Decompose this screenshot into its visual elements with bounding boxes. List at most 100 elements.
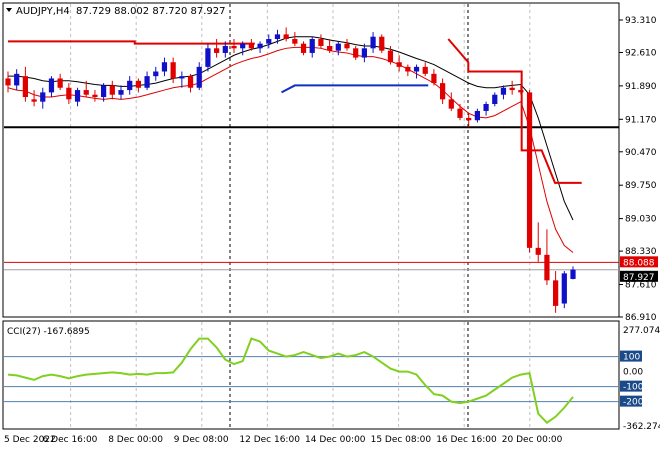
candle-body xyxy=(196,66,202,88)
cci-axis-label: -100 xyxy=(623,383,644,393)
candle-body xyxy=(83,90,89,95)
candle-body xyxy=(118,90,124,95)
price-label: 92.610 xyxy=(625,48,657,58)
cci-axis-label: 100 xyxy=(623,353,640,363)
price-label: 93.310 xyxy=(625,16,657,26)
chart-header: AUDJPY,H4 87.729 88.002 87.720 87.927 xyxy=(6,6,226,17)
candle-body xyxy=(318,39,324,46)
candle-body xyxy=(31,99,37,102)
candle-body xyxy=(526,92,533,248)
candle-body xyxy=(370,36,376,49)
candle-body xyxy=(535,247,541,255)
time-label: 12 Dec 16:00 xyxy=(239,435,300,445)
candle-body xyxy=(109,85,115,95)
candle-body xyxy=(422,66,428,74)
ohlc-readout: 87.729 88.002 87.720 87.927 xyxy=(76,6,226,17)
candle-body xyxy=(492,94,498,104)
candle-body xyxy=(187,76,194,88)
candle-body xyxy=(379,36,385,51)
candle-body xyxy=(161,62,168,72)
candle-body xyxy=(144,76,150,88)
candle-body xyxy=(14,73,20,86)
candle-body xyxy=(309,39,315,53)
candle-body xyxy=(561,273,567,304)
time-label: 16 Dec 16:00 xyxy=(436,435,497,445)
time-label: 8 Dec 00:00 xyxy=(108,435,163,445)
bid-price-tag: 88.088 xyxy=(620,256,658,268)
candle-body xyxy=(48,78,55,93)
candle-body xyxy=(257,43,263,49)
candle-body xyxy=(544,254,550,281)
price-label: 89.750 xyxy=(625,181,657,191)
candle-body xyxy=(457,108,463,118)
candle-body xyxy=(5,78,11,86)
candle-body xyxy=(101,85,107,98)
candle-body xyxy=(283,34,289,40)
time-label: 20 Dec 00:00 xyxy=(502,435,563,445)
candle-body xyxy=(57,78,63,88)
candle-body xyxy=(92,94,98,98)
chart-window[interactable]: 277.0749 100 0.00 -100 -200 -362.274 93.310 92… xyxy=(0,0,660,450)
candle-body xyxy=(127,80,133,91)
price-label: 89.030 xyxy=(625,215,657,225)
candle-body xyxy=(466,117,472,121)
candle-body xyxy=(405,66,411,72)
candle-body xyxy=(353,48,359,58)
candle-body xyxy=(440,83,446,100)
candle-body xyxy=(509,87,515,91)
candle-body xyxy=(292,39,298,44)
candle-body xyxy=(431,73,437,84)
candle-body xyxy=(387,50,394,63)
candle-body xyxy=(518,90,524,93)
candle-body xyxy=(361,48,367,58)
candle-body xyxy=(474,110,480,121)
price-label: 86.910 xyxy=(625,313,657,323)
price-label: 91.170 xyxy=(625,115,657,125)
candle-body xyxy=(248,43,254,49)
candle-body xyxy=(344,43,350,49)
candle-body xyxy=(40,92,46,102)
price-label: 90.470 xyxy=(625,148,657,158)
time-label: 6 Dec 16:00 xyxy=(43,435,98,445)
candle-body xyxy=(231,45,237,49)
candle-body xyxy=(500,87,507,95)
candle-body xyxy=(396,62,402,67)
time-label: 14 Dec 00:00 xyxy=(305,435,366,445)
candle-body xyxy=(274,34,281,40)
candle-body xyxy=(266,39,272,44)
candle-body xyxy=(335,43,341,51)
cci-panel[interactable] xyxy=(2,320,620,430)
candle-body xyxy=(240,43,246,49)
time-label: 9 Dec 08:00 xyxy=(174,435,229,445)
cci-axis-label: -200 xyxy=(623,398,644,408)
symbol-label: AUDJPY,H4 xyxy=(16,6,70,17)
candle-body xyxy=(214,48,220,53)
candle-body xyxy=(179,76,185,79)
svg-text:88.088: 88.088 xyxy=(623,258,655,268)
candle-body xyxy=(413,66,420,72)
candle-body xyxy=(153,71,159,77)
time-axis[interactable]: 5 Dec 20226 Dec 16:00 8 Dec 00:00 9 Dec 08… xyxy=(4,435,563,445)
candle-body xyxy=(205,48,211,67)
candle-body xyxy=(135,80,141,88)
cci-axis-label: 0.00 xyxy=(623,368,643,378)
price-label: 91.890 xyxy=(625,82,657,92)
candle-body xyxy=(300,43,307,53)
candle-body xyxy=(74,90,81,102)
current-price-tag: 87.927 xyxy=(620,270,658,283)
svg-text:87.927: 87.927 xyxy=(623,273,655,283)
cci-axis-label: 277.0749 xyxy=(623,326,660,336)
cci-axis-label: -362.274 xyxy=(623,422,660,432)
price-label: 88.330 xyxy=(625,247,657,257)
candle-body xyxy=(553,280,559,306)
cci-label: CCI(27) -167.6895 xyxy=(7,327,90,337)
candle-body xyxy=(483,103,489,111)
candle-body xyxy=(222,45,228,53)
candle-body xyxy=(570,269,576,279)
candle-body xyxy=(66,87,72,100)
candle-body xyxy=(22,76,28,98)
candle-body xyxy=(170,62,176,79)
candle-body xyxy=(327,45,333,51)
time-label: 15 Dec 08:00 xyxy=(371,435,432,445)
candle-body xyxy=(448,99,454,109)
